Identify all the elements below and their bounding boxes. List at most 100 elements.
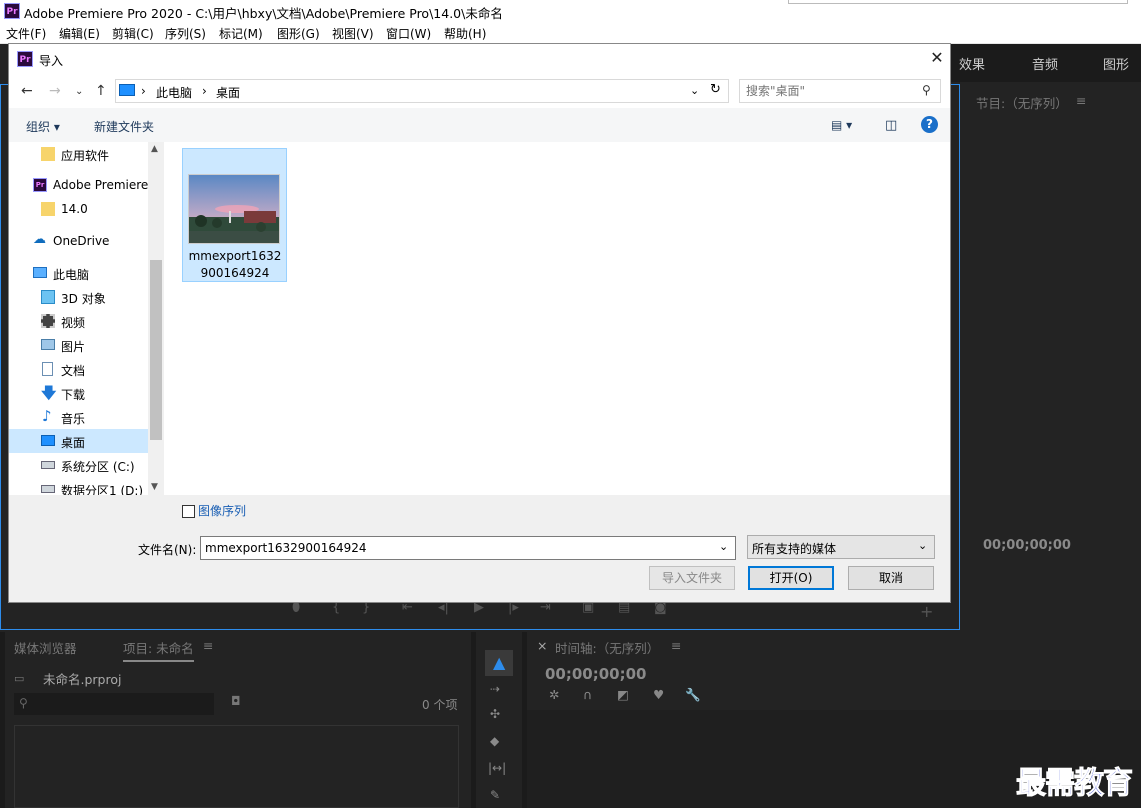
tab-effects[interactable]: 效果 bbox=[959, 54, 985, 73]
close-icon[interactable]: × bbox=[537, 638, 547, 653]
chevron-right-icon[interactable]: › bbox=[141, 84, 146, 98]
chevron-down-icon[interactable]: ⌄ bbox=[918, 539, 927, 552]
document-icon bbox=[42, 362, 53, 376]
tab-project[interactable]: 项目: 未命名 bbox=[123, 638, 194, 662]
menu-file[interactable]: 文件(F) bbox=[6, 25, 46, 42]
file-item[interactable]: mmexport1632 900164924 bbox=[182, 148, 287, 282]
address-bar[interactable]: › 此电脑 › 桌面 ⌄ ↻ bbox=[115, 79, 729, 103]
pen-icon[interactable]: ✎ bbox=[490, 788, 500, 802]
tab-graphics[interactable]: 图形 bbox=[1103, 54, 1129, 73]
help-icon[interactable]: ? bbox=[921, 116, 938, 133]
window-edge bbox=[788, 0, 1128, 4]
image-sequence-checkbox[interactable] bbox=[182, 505, 195, 518]
dialog-title: 导入 bbox=[39, 54, 64, 68]
track-select-icon[interactable]: ⇢ bbox=[490, 682, 500, 696]
import-folder-button[interactable]: 导入文件夹 bbox=[649, 566, 735, 590]
linked-selection-icon[interactable]: ∩ bbox=[583, 687, 592, 702]
preview-pane-icon[interactable]: ◫ bbox=[885, 118, 897, 133]
nav-item-drive-d[interactable]: 数据分区1 (D:) bbox=[9, 477, 148, 495]
menu-markers[interactable]: 标记(M) bbox=[219, 25, 263, 42]
nav-item-apps[interactable]: 应用软件 bbox=[9, 142, 148, 166]
program-label[interactable]: 节目:（无序列） bbox=[976, 93, 1068, 112]
menu-graphics[interactable]: 图形(G) bbox=[277, 25, 320, 42]
new-folder-button[interactable]: 新建文件夹 bbox=[94, 118, 154, 135]
razor-icon[interactable]: ◆ bbox=[490, 734, 499, 748]
window-title-bar: Pr Adobe Premiere Pro 2020 - C:\用户\hbxy\… bbox=[0, 0, 1141, 22]
nav-item-onedrive[interactable]: ☁ OneDrive bbox=[9, 229, 148, 253]
add-marker-icon[interactable]: ◩ bbox=[617, 687, 629, 702]
project-file-name: 未命名.prproj bbox=[43, 672, 122, 687]
nav-item-videos[interactable]: 视频 bbox=[9, 309, 148, 333]
nav-item-premiere[interactable]: Pr Adobe Premiere bbox=[9, 173, 148, 197]
nav-item-14[interactable]: 14.0 bbox=[9, 197, 148, 221]
scrollbar-thumb[interactable] bbox=[150, 260, 162, 440]
chevron-down-icon[interactable]: ⌄ bbox=[719, 540, 728, 553]
wrench-icon[interactable]: 🔧 bbox=[685, 687, 701, 703]
menu-sequence[interactable]: 序列(S) bbox=[165, 25, 206, 42]
file-list-pane[interactable]: mmexport1632 900164924 bbox=[164, 142, 950, 495]
project-search-input[interactable]: ⚲ bbox=[14, 693, 214, 715]
menu-icon[interactable]: ≡ bbox=[671, 638, 681, 653]
nav-item-3d[interactable]: 3D 对象 bbox=[9, 285, 148, 309]
download-icon: 🡇 bbox=[41, 384, 57, 402]
menu-icon[interactable]: ≡ bbox=[203, 638, 213, 653]
up-icon[interactable]: ↑ bbox=[95, 83, 107, 99]
nav-item-label: 数据分区1 (D:) bbox=[61, 484, 144, 495]
nav-item-this-pc[interactable]: 此电脑 bbox=[9, 261, 148, 285]
breadcrumb-pc[interactable]: 此电脑 bbox=[156, 84, 192, 101]
nav-item-pictures[interactable]: 图片 bbox=[9, 333, 148, 357]
slip-icon[interactable]: |↔| bbox=[488, 761, 506, 775]
menu-view[interactable]: 视图(V) bbox=[332, 25, 374, 42]
snap-icon[interactable]: ✲ bbox=[549, 687, 559, 702]
chevron-right-icon[interactable]: › bbox=[202, 84, 207, 98]
timeline-timecode[interactable]: 00;00;00;00 bbox=[545, 665, 647, 683]
scroll-up-icon[interactable]: ▲ bbox=[151, 144, 158, 154]
watermark-logo: 最需教育 bbox=[1016, 766, 1134, 802]
organize-button[interactable]: 组织 ▾ bbox=[26, 118, 60, 135]
view-options-icon[interactable]: ▤ ▾ bbox=[831, 118, 852, 132]
refresh-icon[interactable]: ↻ bbox=[710, 82, 721, 97]
nav-item-desktop[interactable]: 桌面 bbox=[9, 429, 148, 453]
recent-locations-icon[interactable]: ⌄ bbox=[75, 86, 83, 97]
close-button[interactable]: ✕ bbox=[927, 48, 947, 68]
scroll-down-icon[interactable]: ▼ bbox=[151, 482, 158, 492]
search-input[interactable] bbox=[746, 83, 916, 99]
menu-edit[interactable]: 编辑(E) bbox=[59, 25, 100, 42]
cancel-button[interactable]: 取消 bbox=[848, 566, 934, 590]
menu-window[interactable]: 窗口(W) bbox=[386, 25, 431, 42]
nav-item-label: 文档 bbox=[61, 364, 86, 378]
nav-item-label: Adobe Premiere bbox=[53, 178, 149, 192]
menu-icon[interactable]: ≡ bbox=[1076, 93, 1086, 108]
open-button[interactable]: 打开(O) bbox=[748, 566, 834, 590]
nav-scrollbar[interactable]: ▲ ▼ bbox=[148, 142, 164, 495]
marker-icon[interactable]: ♥ bbox=[653, 687, 664, 702]
filename-field[interactable]: mmexport1632900164924 ⌄ bbox=[200, 536, 736, 560]
window-title: Adobe Premiere Pro 2020 - C:\用户\hbxy\文档\… bbox=[24, 6, 503, 21]
ripple-edit-icon[interactable]: ✣ bbox=[490, 707, 500, 721]
tab-audio[interactable]: 音频 bbox=[1032, 54, 1058, 73]
forward-icon[interactable]: → bbox=[49, 83, 61, 99]
tab-media-browser[interactable]: 媒体浏览器 bbox=[14, 638, 77, 657]
menu-help[interactable]: 帮助(H) bbox=[444, 25, 486, 42]
selection-tool[interactable]: ▲ bbox=[485, 650, 513, 676]
nav-item-documents[interactable]: 文档 bbox=[9, 357, 148, 381]
search-box[interactable]: ⚲ bbox=[739, 79, 941, 103]
nav-item-label: 视频 bbox=[61, 316, 86, 330]
menu-clip[interactable]: 剪辑(C) bbox=[112, 25, 154, 42]
bin-icon[interactable]: ◘ bbox=[231, 694, 241, 708]
search-icon: ⚲ bbox=[922, 83, 931, 97]
image-thumbnail bbox=[188, 174, 280, 244]
project-content-area[interactable] bbox=[14, 725, 459, 808]
nav-item-drive-c[interactable]: 系统分区 (C:) bbox=[9, 453, 148, 477]
timeline-label[interactable]: 时间轴:（无序列） bbox=[555, 638, 659, 657]
filetype-select[interactable]: 所有支持的媒体 ⌄ bbox=[747, 535, 935, 559]
nav-item-downloads[interactable]: 🡇 下载 bbox=[9, 381, 148, 405]
desktop-icon bbox=[41, 435, 55, 446]
breadcrumb-desktop[interactable]: 桌面 bbox=[216, 84, 240, 101]
image-sequence-label[interactable]: 图像序列 bbox=[198, 502, 246, 519]
back-icon[interactable]: ← bbox=[21, 83, 33, 99]
cube-icon bbox=[41, 290, 55, 304]
nav-item-music[interactable]: ♪ 音乐 bbox=[9, 405, 148, 429]
add-button-icon[interactable]: + bbox=[920, 602, 933, 621]
chevron-down-icon[interactable]: ⌄ bbox=[690, 84, 699, 97]
